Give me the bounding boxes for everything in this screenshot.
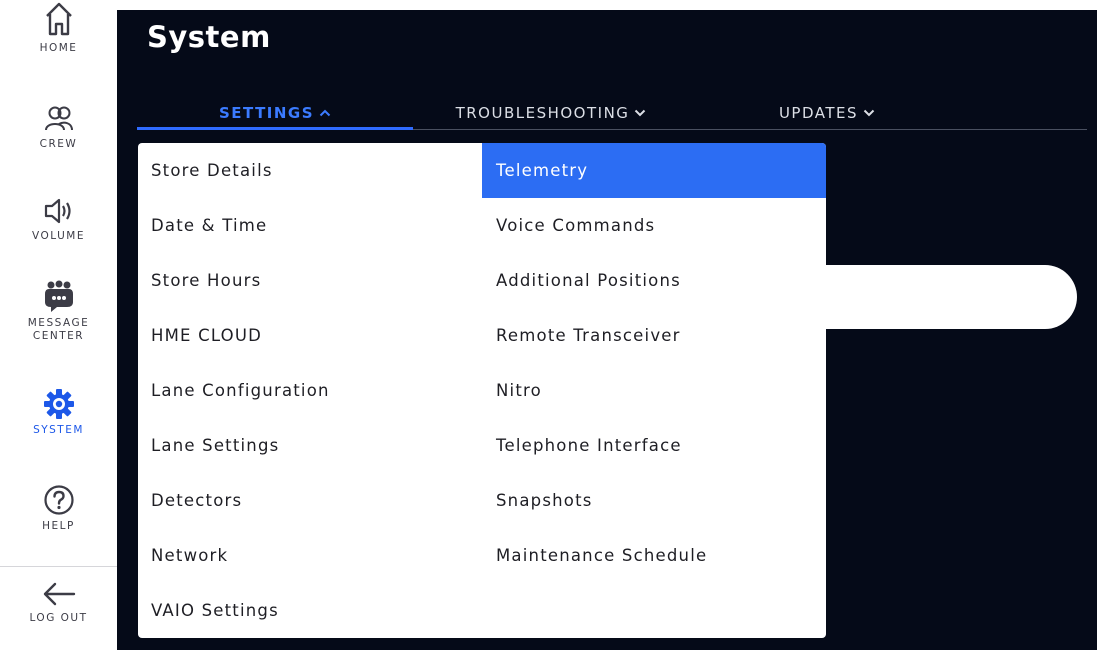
menu-item-store-hours[interactable]: Store Hours — [138, 253, 482, 308]
crew-icon — [44, 106, 73, 131]
menu-item-telemetry[interactable]: Telemetry — [482, 143, 826, 198]
sidebar-item-label-line1: MESSAGE — [27, 317, 90, 329]
sidebar-item-help[interactable]: HELP — [0, 484, 117, 533]
menu-item-vaio-settings[interactable]: VAIO Settings — [138, 583, 482, 638]
menu-item-detectors[interactable]: Detectors — [138, 473, 482, 528]
volume-icon — [44, 198, 71, 224]
settings-dropdown-menu: Store Details Date & Time Store Hours HM… — [138, 143, 826, 638]
menu-item-hme-cloud[interactable]: HME CLOUD — [138, 308, 482, 363]
page-title: System — [147, 20, 271, 54]
sidebar-item-label: VOLUME — [32, 230, 85, 242]
menu-item-nitro[interactable]: Nitro — [482, 363, 826, 418]
gear-icon — [43, 389, 74, 419]
sidebar-item-message-center[interactable]: MESSAGE CENTER — [0, 280, 117, 343]
sidebar-item-logout[interactable]: LOG OUT — [0, 580, 117, 625]
sidebar-item-label: HOME — [39, 42, 78, 54]
menu-item-additional-positions[interactable]: Additional Positions — [482, 253, 826, 308]
sidebar-item-label: HELP — [42, 520, 75, 532]
tab-troubleshooting[interactable]: TROUBLESHOOTING — [413, 96, 689, 130]
sidebar-item-crew[interactable]: CREW — [0, 104, 117, 151]
tab-label: UPDATES — [778, 104, 859, 122]
menu-item-snapshots[interactable]: Snapshots — [482, 473, 826, 528]
sidebar-item-system[interactable]: SYSTEM — [0, 388, 117, 437]
tab-label: TROUBLESHOOTING — [455, 104, 630, 122]
main-panel: System SETTINGS TROUBLESHOOTING UPDATES … — [117, 10, 1097, 650]
sidebar-item-label: LOG OUT — [29, 612, 88, 624]
menu-item-date-time[interactable]: Date & Time — [138, 198, 482, 253]
tab-bar: SETTINGS TROUBLESHOOTING UPDATES — [137, 96, 1087, 130]
sidebar-divider — [0, 566, 117, 567]
menu-item-store-details[interactable]: Store Details — [138, 143, 482, 198]
home-icon — [45, 2, 72, 36]
tab-updates[interactable]: UPDATES — [697, 96, 957, 130]
help-icon — [43, 485, 74, 515]
chevron-down-icon — [635, 109, 646, 117]
menu-item-lane-settings[interactable]: Lane Settings — [138, 418, 482, 473]
tab-settings[interactable]: SETTINGS — [137, 96, 413, 130]
chevron-up-icon — [319, 109, 331, 117]
menu-column-left: Store Details Date & Time Store Hours HM… — [138, 143, 482, 638]
menu-item-telephone-interface[interactable]: Telephone Interface — [482, 418, 826, 473]
arrow-left-icon — [43, 582, 75, 606]
sidebar-item-label: SYSTEM — [33, 424, 84, 436]
menu-item-voice-commands[interactable]: Voice Commands — [482, 198, 826, 253]
menu-item-lane-configuration[interactable]: Lane Configuration — [138, 363, 482, 418]
menu-item-maintenance-schedule[interactable]: Maintenance Schedule — [482, 528, 826, 583]
message-center-icon — [44, 280, 73, 312]
sidebar-item-home[interactable]: HOME — [0, 0, 117, 55]
sidebar-item-label-line2: CENTER — [32, 330, 85, 342]
sidebar-item-label: CREW — [39, 138, 78, 150]
sidebar: HOME CREW VOLUME MESSAGE CENTER SYSTEM H… — [0, 0, 117, 650]
menu-item-remote-transceiver[interactable]: Remote Transceiver — [482, 308, 826, 363]
tab-label: SETTINGS — [218, 104, 315, 122]
menu-item-network[interactable]: Network — [138, 528, 482, 583]
sidebar-item-volume[interactable]: VOLUME — [0, 196, 117, 243]
menu-column-right: Telemetry Voice Commands Additional Posi… — [482, 143, 826, 583]
chevron-down-icon — [863, 109, 875, 117]
